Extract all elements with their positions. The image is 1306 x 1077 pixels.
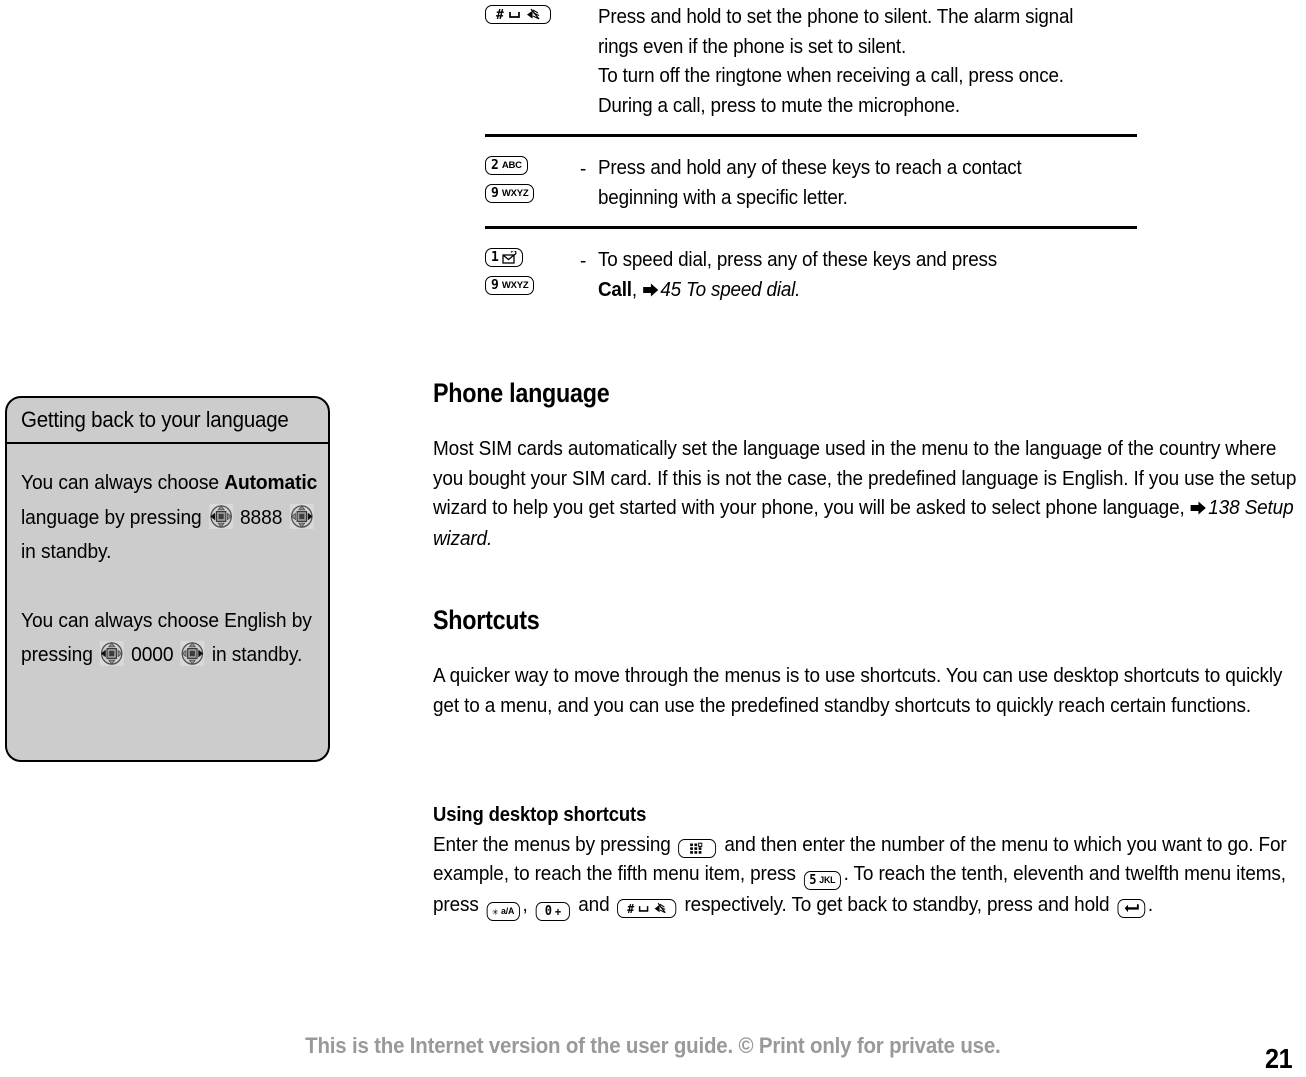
shortcuts-section: Shortcuts A quicker way to move through … xyxy=(433,605,1306,720)
row-dash: - xyxy=(580,251,587,272)
row-dash: - xyxy=(580,159,587,180)
key-letters: a/A xyxy=(501,905,515,917)
manual-page: # Press and hold to set the phone to sil… xyxy=(0,0,1306,1077)
key-letters: WXYZ xyxy=(501,279,529,291)
voicemail-icon xyxy=(502,251,517,264)
tip-box-body: You can always choose Automatic language… xyxy=(7,444,328,673)
row-line: To speed dial, press any of these keys a… xyxy=(598,245,1094,275)
table-row: # Press and hold to set the phone to sil… xyxy=(485,0,1137,120)
row-description: To speed dial, press any of these keys a… xyxy=(598,245,1094,305)
footer: This is the Internet version of the user… xyxy=(0,1033,1306,1059)
ds-text-6: respectively. To get back to standby, pr… xyxy=(684,893,1110,916)
key-star-case: ✳ a/A xyxy=(486,902,520,921)
key-letters: JKL xyxy=(819,874,836,886)
key-number: 9 xyxy=(491,278,499,293)
comma: , xyxy=(631,277,637,301)
key-2-abc: 2 ABC xyxy=(485,156,528,175)
back-key xyxy=(1117,899,1146,918)
key-number: 0 xyxy=(544,904,553,919)
key-number: 2 xyxy=(491,158,499,173)
key-reference-table: # Press and hold to set the phone to sil… xyxy=(485,0,1137,305)
key-9-wxyz: 9 WXYZ xyxy=(485,276,535,295)
key-number: 1 xyxy=(491,250,499,265)
row-line: Press and hold any of these keys to reac… xyxy=(598,153,1059,212)
row-dash xyxy=(580,2,598,7)
cross-reference-arrow-icon xyxy=(642,276,659,306)
ds-text-1: Enter the menus by pressing xyxy=(433,832,671,856)
nav-key-left-icon xyxy=(208,503,233,529)
tip-p1-code: 8888 xyxy=(239,506,283,529)
key-number: 5 xyxy=(809,873,817,888)
desktop-shortcuts-body: Enter the menus by pressing and then ent… xyxy=(433,830,1306,921)
tip-p1-bold: Automatic xyxy=(224,472,318,494)
table-row: 1 9 WXYZ - To speed dial, press any of t… xyxy=(485,229,1137,305)
row-line: To turn off the ringtone when receiving … xyxy=(598,64,1064,87)
key-number: 9 xyxy=(491,186,499,201)
page-number: 21 xyxy=(1264,1043,1293,1074)
row-description: Press and hold to set the phone to silen… xyxy=(598,2,1094,120)
row-line-text: To speed dial, press any of these keys a… xyxy=(598,248,997,271)
tip-p2-text-b: in standby. xyxy=(211,644,303,666)
key-letters: + xyxy=(554,904,562,919)
hash-space-silent-key: # xyxy=(485,5,551,24)
nav-key-right-icon xyxy=(289,503,314,529)
menu-grid-key xyxy=(678,838,717,858)
tip-box-paragraph-2: You can always choose English by pressin… xyxy=(21,604,318,673)
key-number: ✳ xyxy=(492,905,499,918)
hash-space-silent-icon: # xyxy=(628,902,667,915)
svg-text:#: # xyxy=(628,902,636,915)
page-title-shortcuts: Shortcuts xyxy=(433,605,540,635)
ds-text-4: , xyxy=(522,893,528,916)
tip-p2-code: 0000 xyxy=(131,644,174,666)
subheading-using-desktop-shortcuts: Using desktop shortcuts xyxy=(433,803,647,826)
key-5-jkl: 5 JKL xyxy=(803,871,841,890)
tip-box-paragraph-1: You can always choose Automatic language… xyxy=(21,466,318,570)
page-title-phone-language: Phone language xyxy=(433,378,610,408)
row-line: Press and hold to set the phone to silen… xyxy=(598,5,1074,58)
cross-reference-text: 45 To speed dial. xyxy=(660,277,801,301)
call-label: Call xyxy=(598,277,632,301)
tip-p1-text-a: You can always choose xyxy=(21,472,219,494)
back-arrow-icon xyxy=(1124,904,1139,913)
phone-language-body: Most SIM cards automatically set the lan… xyxy=(433,434,1306,553)
svg-text:#: # xyxy=(496,8,504,21)
tip-p1-text-b: language by pressing xyxy=(21,506,202,529)
footer-note: This is the Internet version of the user… xyxy=(305,1033,1001,1058)
key-1-voicemail: 1 xyxy=(485,248,523,267)
row-keys: 1 9 WXYZ xyxy=(485,245,580,295)
key-0-plus: 0 + xyxy=(535,902,571,921)
desktop-shortcuts-section: Using desktop shortcuts Enter the menus … xyxy=(433,800,1306,921)
nav-key-left-icon xyxy=(99,641,124,666)
nav-key-right-icon xyxy=(180,641,205,666)
row-keys: # xyxy=(485,2,580,24)
key-letters: ABC xyxy=(501,159,522,171)
phone-language-section: Phone language Most SIM cards automatica… xyxy=(433,378,1306,553)
key-letters: WXYZ xyxy=(501,187,529,199)
ds-text-5: and xyxy=(578,893,610,916)
phone-language-body-text: Most SIM cards automatically set the lan… xyxy=(433,437,1297,519)
ds-text-7: . xyxy=(1147,893,1154,916)
key-9-wxyz: 9 WXYZ xyxy=(485,184,535,203)
table-row: 2 ABC 9 WXYZ - Press and hold any of the… xyxy=(485,137,1137,212)
tip-box-title: Getting back to your language xyxy=(21,407,289,432)
row-keys: 2 ABC 9 WXYZ xyxy=(485,153,580,203)
row-line: During a call, press to mute the microph… xyxy=(598,93,960,117)
shortcuts-body: A quicker way to move through the menus … xyxy=(433,664,1283,717)
tip-box-getting-back-to-your-language: Getting back to your language You can al… xyxy=(5,396,330,762)
tip-box-header: Getting back to your language xyxy=(7,398,328,444)
tip-p1-text-c: in standby. xyxy=(21,541,112,563)
cross-reference-arrow-icon xyxy=(1190,494,1207,524)
row-description: Press and hold any of these keys to reac… xyxy=(598,153,1094,212)
key-hash-silent: # xyxy=(617,899,677,918)
row-line-text: Press and hold any of these keys to reac… xyxy=(598,156,1022,209)
row-line: Call, 45 To speed dial. xyxy=(598,275,1094,306)
menu-grid-icon xyxy=(690,842,703,854)
